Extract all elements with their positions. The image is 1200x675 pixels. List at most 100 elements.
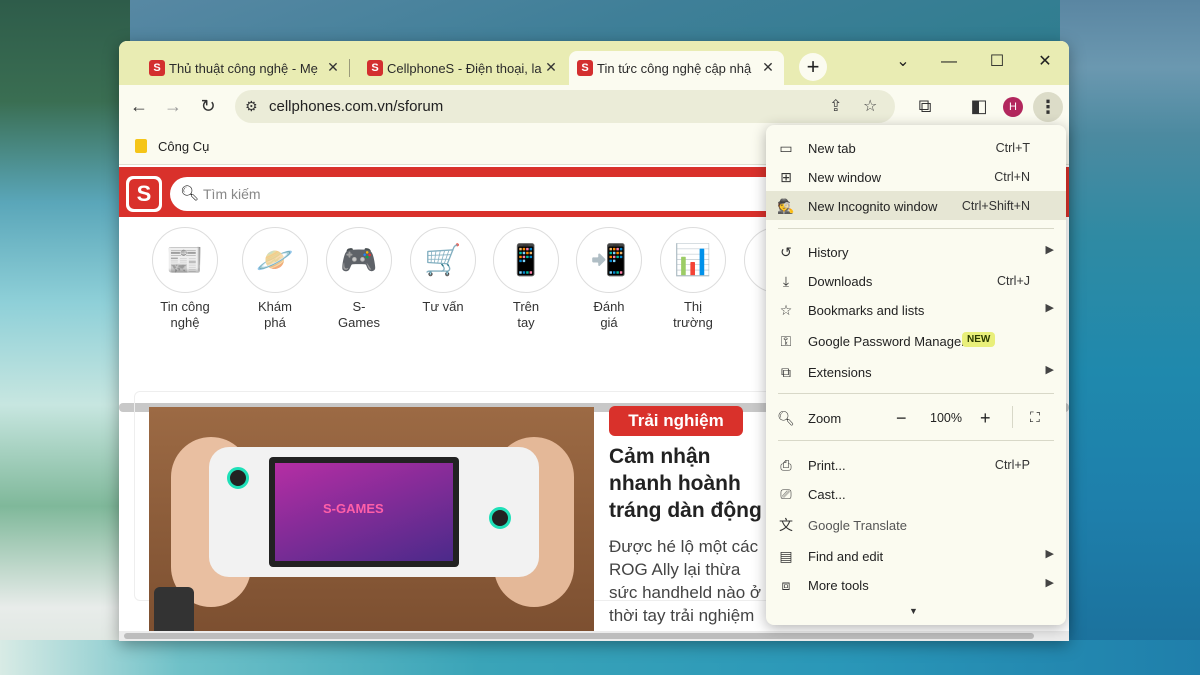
chrome-main-menu: ▭ New tab Ctrl+T ⊞ New window Ctrl+N 🕵 N…	[766, 125, 1066, 625]
close-tab-icon[interactable]: ✕	[543, 59, 559, 75]
menu-extensions[interactable]: ⧉ Extensions ▶	[766, 357, 1066, 386]
menu-bookmarks-and-lists[interactable]: ☆ Bookmarks and lists ▶	[766, 295, 1066, 324]
menu-label: Google Translate	[808, 518, 908, 533]
left-stick	[227, 467, 249, 489]
tab-thu-thuat[interactable]: S Thủ thuật công nghệ - Mẹ ✕	[141, 51, 349, 85]
category-item[interactable]: 📰 Tin công nghệ	[145, 227, 225, 331]
new-window-icon: ⊞	[780, 169, 792, 185]
key-icon: ⚿	[780, 333, 792, 349]
category-item[interactable]: 🛒 Tư vấn	[403, 227, 483, 315]
gamepad-icon: 🎮	[326, 227, 392, 293]
menu-google-translate[interactable]: 文 Google Translate	[766, 510, 1066, 539]
close-tab-icon[interactable]: ✕	[325, 59, 341, 75]
back-arrow-icon[interactable]: ←	[125, 92, 153, 120]
forward-arrow-icon[interactable]: →	[159, 92, 187, 120]
category-label: Tin công nghệ	[160, 299, 210, 330]
site-logo[interactable]: S	[126, 176, 162, 212]
search-icon: 🔍︎	[180, 185, 200, 202]
submenu-arrow-icon: ▶	[1045, 577, 1054, 589]
menu-find-and-edit[interactable]: ▤ Find and edit ▶	[766, 541, 1066, 570]
submenu-arrow-icon: ▶	[1045, 364, 1054, 376]
menu-history[interactable]: ↺ History ▶	[766, 237, 1066, 266]
category-item[interactable]: 🎮 S-Games	[319, 227, 399, 331]
new-tab-button[interactable]: +	[799, 53, 827, 81]
chrome-menu-button[interactable]: ⋮	[1033, 92, 1063, 122]
category-label: S-Games	[338, 299, 380, 330]
desktop-wallpaper-bottom	[0, 640, 1200, 675]
site-info-icon[interactable]: ⚙	[245, 98, 258, 115]
search-placeholder: Tìm kiếm	[203, 186, 261, 202]
menu-label: New window	[808, 170, 881, 185]
category-item[interactable]: 📱 Trên tay	[486, 227, 566, 331]
wristwatch	[154, 587, 194, 637]
horizontal-scrollbar[interactable]	[119, 631, 1069, 641]
cellphones-favicon-icon: S	[367, 60, 383, 76]
category-item[interactable]: 🪐 Khám phá	[235, 227, 315, 331]
menu-label: History	[808, 245, 849, 260]
cast-icon: ⎚	[780, 486, 792, 502]
menu-label: Find and edit	[808, 549, 884, 564]
article-thumbnail[interactable]: S-GAMES	[149, 407, 594, 637]
tab-strip: S Thủ thuật công nghệ - Mẹ ✕ S Cellphone…	[119, 41, 1069, 85]
scroll-more-chevron-icon[interactable]: ▼	[909, 606, 918, 616]
menu-new-tab[interactable]: ▭ New tab Ctrl+T	[766, 133, 1066, 162]
menu-label: New tab	[808, 141, 856, 156]
zoom-in-button[interactable]: +	[980, 408, 991, 429]
bookmark-star-icon[interactable]: ☆	[863, 96, 877, 116]
tab-title: Thủ thuật công nghệ - Mẹ	[169, 60, 318, 76]
scrollbar-thumb[interactable]	[124, 633, 1034, 639]
menu-shortcut: Ctrl+N	[994, 170, 1030, 184]
url-text: cellphones.com.vn/sforum	[269, 98, 444, 115]
menu-new-window[interactable]: ⊞ New window Ctrl+N	[766, 162, 1066, 191]
menu-more-tools[interactable]: ⧈ More tools ▶	[766, 570, 1066, 599]
menu-cast[interactable]: ⎚ Cast...	[766, 479, 1066, 508]
new-tab-icon: ▭	[779, 140, 793, 156]
market-chart-icon: 📊	[660, 227, 726, 293]
side-panel-icon[interactable]: ◧	[965, 92, 993, 120]
menu-shortcut: Ctrl+J	[997, 274, 1030, 288]
fullscreen-icon[interactable]: ⛶	[1030, 409, 1040, 426]
menu-zoom: 🔍︎ Zoom − 100% + ⛶	[766, 403, 1066, 432]
planet-flag-icon: 🪐	[242, 227, 308, 293]
profile-avatar[interactable]: H	[1003, 97, 1023, 117]
menu-label: Print...	[808, 458, 846, 473]
maximize-button[interactable]: ☐	[977, 47, 1017, 77]
menu-new-incognito-window[interactable]: 🕵 New Incognito window Ctrl+Shift+N	[766, 191, 1066, 220]
history-icon: ↺	[780, 244, 792, 260]
menu-divider	[778, 228, 1054, 229]
new-badge: NEW	[962, 332, 996, 347]
zoom-out-button[interactable]: −	[896, 408, 907, 429]
site-search-input[interactable]: 🔍︎ Tìm kiếm	[170, 177, 790, 211]
review-icon: 📲	[576, 227, 642, 293]
menu-password-manager[interactable]: ⚿ Google Password Manager NEW	[766, 326, 1066, 355]
zoom-magnifier-icon: 🔍︎	[777, 410, 795, 426]
extensions-puzzle-icon[interactable]: ⧉	[911, 92, 939, 120]
category-badge[interactable]: Trải nghiệm	[609, 406, 743, 436]
address-bar[interactable]: ⚙ cellphones.com.vn/sforum ⇪ ☆	[235, 90, 895, 123]
minimize-button[interactable]: —	[929, 47, 969, 77]
tab-tin-tuc-active[interactable]: S Tin tức công nghệ cập nhậ ✕	[569, 51, 784, 85]
menu-downloads[interactable]: ⤓ Downloads Ctrl+J	[766, 266, 1066, 295]
article-headline[interactable]: Cảm nhận nhanh hoành tráng dàn động	[609, 443, 769, 524]
article-summary: Được hé lộ một các ROG Ally lại thừa sức…	[609, 537, 762, 641]
share-icon[interactable]: ⇪	[829, 96, 842, 116]
tab-title: Tin tức công nghệ cập nhậ	[597, 60, 752, 76]
tab-search-chevron-icon[interactable]: ⌄	[883, 47, 923, 77]
screen-content: S-GAMES	[275, 463, 453, 561]
reload-icon[interactable]: ↻	[194, 92, 222, 120]
close-window-button[interactable]: ✕	[1025, 47, 1065, 77]
category-label: Thị trường	[673, 299, 713, 330]
close-tab-icon[interactable]: ✕	[760, 59, 776, 75]
menu-label: More tools	[808, 578, 869, 593]
menu-print[interactable]: ⎙ Print... Ctrl+P	[766, 450, 1066, 479]
cellphones-favicon-icon: S	[577, 60, 593, 76]
tab-cellphones[interactable]: S CellphoneS - Điện thoại, la ✕	[359, 51, 567, 85]
category-item[interactable]: 📲 Đánh giá	[569, 227, 649, 331]
puzzle-icon: ⧉	[781, 364, 791, 380]
tab-separator	[349, 59, 350, 77]
s-games-logo: S-GAMES	[323, 501, 384, 516]
find-page-icon: ▤	[779, 548, 793, 564]
incognito-icon: 🕵	[777, 198, 795, 214]
bookmark-folder-cong-cu[interactable]: Công Cụ	[158, 139, 209, 154]
category-item[interactable]: 📊 Thị trường	[653, 227, 733, 331]
